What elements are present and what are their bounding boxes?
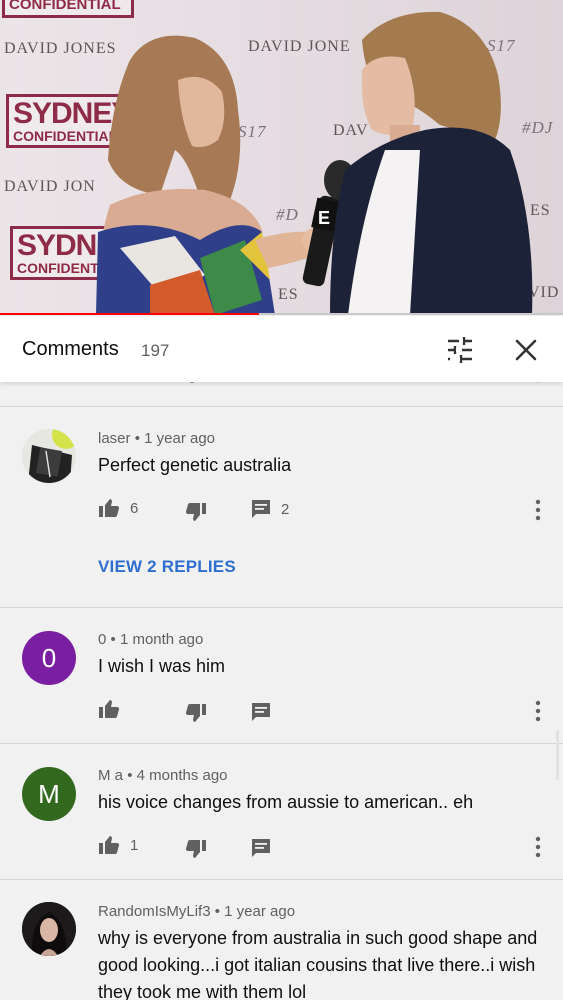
- comment-time: 1 year ago: [144, 430, 216, 447]
- sort-options-icon[interactable]: [446, 336, 474, 364]
- comment-item: 0 0 • 1 month ago I wish I was him: [0, 608, 563, 743]
- comment-meta: laser • 1 year ago: [98, 430, 215, 447]
- video-player[interactable]: CONFIDENTIAL DAVID JONES DAVID JONE S17 …: [0, 0, 563, 315]
- comment-text: I wish I was him: [98, 656, 226, 676]
- comment-text: why is everyone from australia in such g…: [98, 928, 538, 1000]
- comment-meta: RandomIsMyLif3 • 1 year ago: [98, 903, 295, 920]
- comment-item: RandomIsMyLif3 • 1 year ago why is every…: [0, 880, 563, 1000]
- thumbs-up-icon: [99, 499, 120, 517]
- reply-button[interactable]: 2: [251, 499, 289, 519]
- like-button[interactable]: [98, 699, 120, 719]
- avatar[interactable]: 0: [22, 631, 76, 685]
- interview-scene: E: [96, 11, 533, 315]
- comment-meta: M a • 4 months ago: [98, 767, 228, 784]
- comment-author[interactable]: M a: [98, 767, 123, 784]
- reply-comment-icon: [252, 703, 270, 721]
- meta-separator: •: [134, 430, 140, 447]
- comment-item: laser • 1 year ago Perfect genetic austr…: [0, 407, 563, 607]
- reply-comment-icon: [252, 500, 270, 518]
- like-count: 1: [130, 836, 139, 854]
- meta-separator: •: [110, 631, 116, 648]
- reply-count: 2: [281, 500, 290, 518]
- more-options-icon[interactable]: [530, 835, 546, 859]
- reply-button[interactable]: [251, 838, 271, 858]
- like-count: 6: [130, 499, 139, 517]
- comment-meta: 0 • 1 month ago: [98, 631, 203, 648]
- thumbs-down-icon: [185, 840, 206, 858]
- comment-item: M M a • 4 months ago his voice changes f…: [0, 744, 563, 879]
- avatar[interactable]: [22, 429, 76, 483]
- dislike-button[interactable]: [185, 839, 207, 859]
- like-button[interactable]: 6: [98, 498, 138, 518]
- comments-count: 197: [141, 341, 170, 360]
- thumbs-up-icon: [99, 700, 120, 718]
- dislike-button[interactable]: [185, 502, 207, 522]
- reply-button[interactable]: [251, 702, 271, 722]
- like-button[interactable]: 1: [98, 835, 138, 855]
- comments-header: Comments 197: [0, 316, 563, 382]
- thumbs-up-icon: [99, 836, 120, 854]
- avatar[interactable]: M: [22, 767, 76, 821]
- close-icon[interactable]: [512, 336, 540, 364]
- reply-comment-icon: [252, 839, 270, 857]
- scrollbar[interactable]: [556, 730, 559, 780]
- thumbs-down-icon: [185, 704, 206, 722]
- comment-time: 1 month ago: [119, 631, 204, 648]
- comments-title: Comments: [22, 338, 119, 360]
- mic-flag-text: E: [318, 208, 330, 228]
- avatar[interactable]: [22, 902, 76, 956]
- comment-author[interactable]: RandomIsMyLif3: [98, 903, 211, 920]
- comment-text: Perfect genetic australia: [98, 455, 292, 475]
- meta-separator: •: [214, 903, 220, 920]
- comment-author[interactable]: laser: [98, 430, 131, 447]
- more-options-icon[interactable]: [530, 699, 546, 723]
- meta-separator: •: [127, 767, 133, 784]
- dislike-button[interactable]: [185, 703, 207, 723]
- view-replies-link[interactable]: VIEW 2 REPLIES: [98, 557, 236, 577]
- comment-author[interactable]: 0: [98, 631, 106, 648]
- previous-comment-partial: [0, 382, 563, 406]
- thumbs-down-icon: [185, 503, 206, 521]
- video-progress-bar[interactable]: [0, 313, 563, 315]
- comment-time: 1 year ago: [224, 903, 296, 920]
- video-progress-fill: [0, 313, 259, 315]
- comment-time: 4 months ago: [136, 767, 228, 784]
- comment-text: his voice changes from aussie to america…: [98, 792, 474, 812]
- more-options-icon[interactable]: [530, 498, 546, 522]
